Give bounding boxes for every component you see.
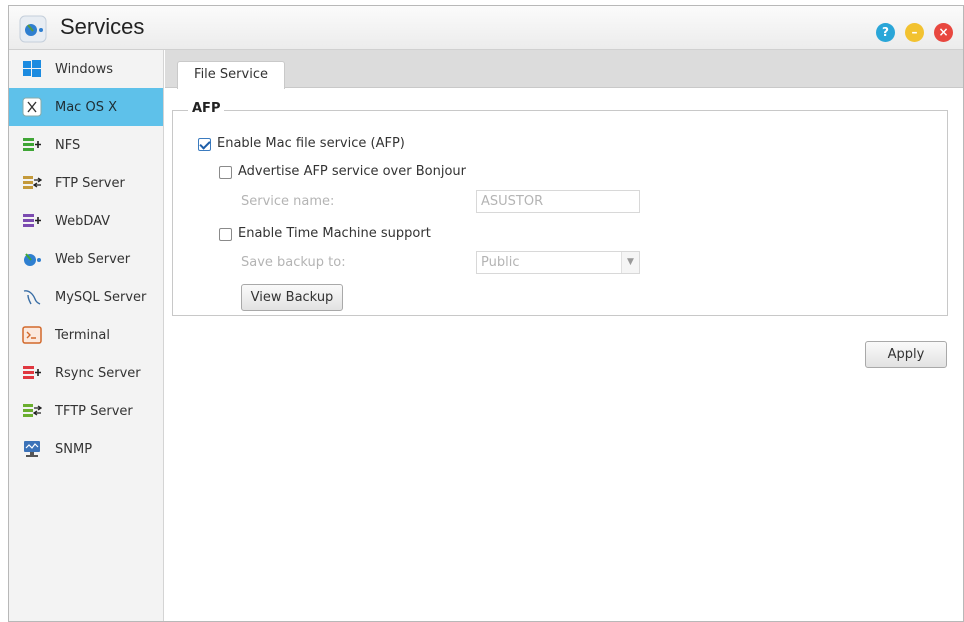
save-backup-value: Public xyxy=(481,255,520,270)
web-server-icon xyxy=(21,248,43,270)
sidebar-item-web-server[interactable]: Web Server xyxy=(9,240,163,278)
sidebar-item-label: NFS xyxy=(55,137,81,153)
sidebar-item-label: MySQL Server xyxy=(55,289,147,305)
sidebar-item-nfs[interactable]: NFS xyxy=(9,126,163,164)
service-name-label: Service name: xyxy=(241,194,335,209)
sidebar-item-label: Web Server xyxy=(55,251,131,267)
rsync-server-icon xyxy=(21,362,43,384)
windows-icon xyxy=(21,58,43,80)
services-app-icon xyxy=(19,15,47,43)
close-icon[interactable]: × xyxy=(934,23,953,42)
sidebar-item-label: Terminal xyxy=(55,327,110,343)
minimize-icon[interactable]: – xyxy=(905,23,924,42)
nfs-icon xyxy=(21,134,43,156)
enable-afp-label[interactable]: Enable Mac file service (AFP) xyxy=(217,136,405,151)
sidebar-item-ftp-server[interactable]: FTP Server xyxy=(9,164,163,202)
sidebar-item-mac-os-x[interactable]: Mac OS X xyxy=(9,88,163,126)
apply-button[interactable]: Apply xyxy=(865,341,947,368)
sidebar-item-label: TFTP Server xyxy=(55,403,133,419)
title-bar: Services ? – × xyxy=(9,6,963,50)
sidebar-item-snmp[interactable]: SNMP xyxy=(9,430,163,468)
window-title: Services xyxy=(60,14,145,39)
sidebar-item-label: SNMP xyxy=(55,441,93,457)
save-backup-select[interactable]: Public ▼ xyxy=(476,251,640,274)
sidebar-item-webdav[interactable]: WebDAV xyxy=(9,202,163,240)
webdav-icon xyxy=(21,210,43,232)
enable-afp-checkbox[interactable] xyxy=(198,138,211,151)
mysql-server-icon xyxy=(21,286,43,308)
snmp-icon xyxy=(21,438,43,460)
sidebar-item-windows[interactable]: Windows xyxy=(9,50,163,88)
ftp-server-icon xyxy=(21,172,43,194)
sidebar: Windows Mac OS X NFS FTP Server WebDAV W… xyxy=(9,50,164,621)
bonjour-label[interactable]: Advertise AFP service over Bonjour xyxy=(238,164,466,179)
sidebar-item-mysql-server[interactable]: MySQL Server xyxy=(9,278,163,316)
mac-os-x-icon xyxy=(21,96,43,118)
time-machine-checkbox[interactable] xyxy=(219,228,232,241)
time-machine-label[interactable]: Enable Time Machine support xyxy=(238,226,431,241)
view-backup-button[interactable]: View Backup xyxy=(241,284,343,311)
save-backup-label: Save backup to: xyxy=(241,255,346,270)
bonjour-checkbox[interactable] xyxy=(219,166,232,179)
sidebar-item-terminal[interactable]: Terminal xyxy=(9,316,163,354)
tab-file-service[interactable]: File Service xyxy=(177,61,285,89)
sidebar-item-label: WebDAV xyxy=(55,213,111,229)
sidebar-item-rsync-server[interactable]: Rsync Server xyxy=(9,354,163,392)
sidebar-item-tftp-server[interactable]: TFTP Server xyxy=(9,392,163,430)
tftp-server-icon xyxy=(21,400,43,422)
sidebar-item-label: Windows xyxy=(55,61,114,77)
chevron-down-icon: ▼ xyxy=(621,252,639,273)
tab-strip: File Service xyxy=(165,50,963,89)
sidebar-item-label: Mac OS X xyxy=(55,99,117,115)
sidebar-item-label: Rsync Server xyxy=(55,365,141,381)
terminal-icon xyxy=(21,324,43,346)
sidebar-item-label: FTP Server xyxy=(55,175,125,191)
afp-legend: AFP xyxy=(188,101,225,116)
service-name-input[interactable]: ASUSTOR xyxy=(476,190,640,213)
help-icon[interactable]: ? xyxy=(876,23,895,42)
